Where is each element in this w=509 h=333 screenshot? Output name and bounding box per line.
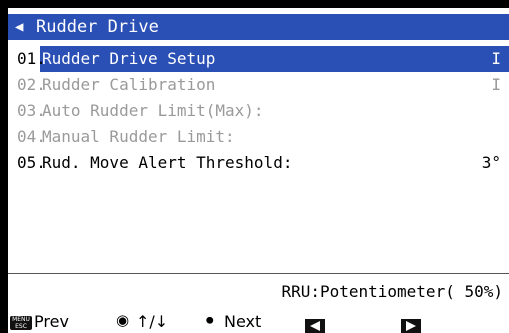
- divider: [8, 273, 509, 274]
- menu-item-rud-move-alert-threshold[interactable]: 05. Rud. Move Alert Threshold: 3°: [8, 150, 509, 176]
- updown-label: ↑/↓: [136, 312, 169, 331]
- left-arrow-key-icon[interactable]: [304, 318, 326, 333]
- page-title: Rudder Drive: [36, 17, 159, 37]
- right-arrow-key-icon[interactable]: [400, 318, 422, 333]
- knob-rotate-icon[interactable]: ◉: [116, 311, 129, 329]
- rru-status: RRU:Potentiometer( 50%): [281, 282, 503, 301]
- title-bar: ◀ Rudder Drive: [8, 14, 509, 40]
- menu-item-label: Rudder Calibration: [42, 75, 216, 94]
- menu-item-manual-rudder-limit[interactable]: 04. Manual Rudder Limit:: [8, 124, 509, 150]
- prev-label: Prev: [34, 312, 69, 331]
- menu-item-value: I: [491, 75, 501, 94]
- menu-item-value: I: [491, 49, 501, 68]
- menu-item-label: Auto Rudder Limit(Max):: [42, 101, 264, 120]
- menu-item-value: 3°: [481, 153, 501, 172]
- footer-bar: MENU ESC Prev ◉ ↑/↓ ⏺ Next: [8, 308, 509, 333]
- knob-push-icon[interactable]: ⏺: [206, 311, 214, 329]
- menu-item-label: Rudder Drive Setup: [42, 49, 216, 68]
- menu-item-rudder-drive-setup[interactable]: 01. Rudder Drive Setup I: [8, 46, 509, 72]
- next-label: Next: [224, 312, 262, 331]
- menu-item-auto-rudder-limit[interactable]: 03. Auto Rudder Limit(Max):: [8, 98, 509, 124]
- back-arrow-icon[interactable]: ◀: [15, 14, 23, 40]
- menu-esc-key-icon[interactable]: MENU ESC: [10, 316, 32, 330]
- menu-item-label: Manual Rudder Limit:: [42, 127, 235, 146]
- menu-item-rudder-calibration[interactable]: 02. Rudder Calibration I: [8, 72, 509, 98]
- menu-item-label: Rud. Move Alert Threshold:: [42, 153, 293, 172]
- screen: ◀ Rudder Drive 01. Rudder Drive Setup I …: [8, 8, 509, 333]
